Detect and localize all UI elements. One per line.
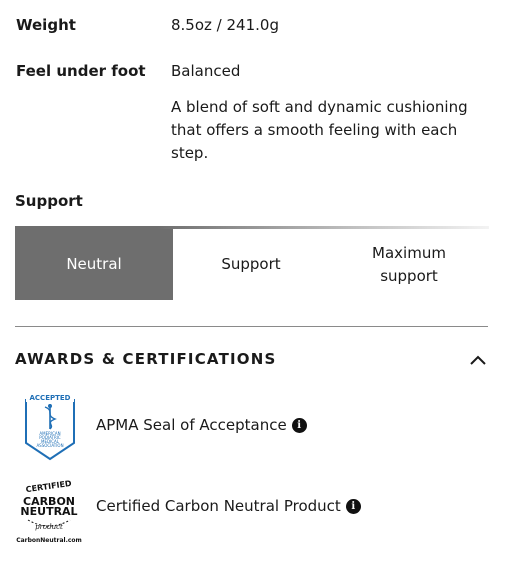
support-option-neutral[interactable]: Neutral: [15, 229, 173, 300]
weight-label: Weight: [16, 16, 76, 34]
chevron-up-icon[interactable]: [469, 352, 487, 366]
apma-certification: APMA Seal of Acceptance i: [96, 416, 307, 434]
support-title: Support: [15, 192, 83, 210]
svg-text:NEUTRAL: NEUTRAL: [20, 505, 77, 518]
feel-under-foot-label: Feel under foot: [16, 62, 146, 80]
svg-text:CarbonNeutral.com: CarbonNeutral.com: [16, 537, 82, 544]
feel-under-foot-value: Balanced: [171, 62, 241, 80]
carbon-neutral-certification-label: Certified Carbon Neutral Product: [96, 497, 341, 515]
weight-value: 8.5oz / 241.0g: [171, 16, 279, 34]
svg-text:ACCEPTED: ACCEPTED: [30, 394, 71, 402]
apma-seal-icon: ACCEPTED AMERICAN PODIATRIC MEDICAL ASSO…: [22, 393, 78, 461]
section-divider: [15, 326, 488, 327]
support-option-maximum-support-label: Maximum support: [372, 243, 446, 285]
svg-text:ASSOCIATION: ASSOCIATION: [36, 443, 63, 448]
svg-text:product: product: [35, 523, 63, 531]
support-option-support[interactable]: Support: [173, 229, 329, 300]
carbon-neutral-certification: Certified Carbon Neutral Product i: [96, 497, 361, 515]
awards-section-title: AWARDS & CERTIFICATIONS: [15, 350, 277, 368]
svg-text:CERTIFIED: CERTIFIED: [25, 479, 72, 494]
feel-description: A blend of soft and dynamic cushioning t…: [171, 98, 468, 162]
info-icon[interactable]: i: [291, 417, 307, 433]
carbon-neutral-badge-icon: CERTIFIED CARBON NEUTRAL product CarbonN…: [14, 476, 84, 546]
support-option-maximum-support[interactable]: Maximum support: [329, 229, 489, 300]
apma-certification-label: APMA Seal of Acceptance: [96, 416, 287, 434]
info-icon[interactable]: i: [345, 498, 361, 514]
